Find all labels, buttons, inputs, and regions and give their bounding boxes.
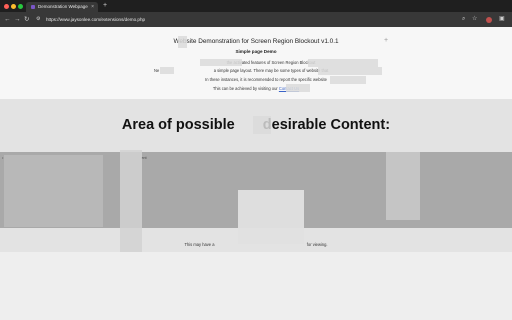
page-title: Website Demonstration for Screen Region … (173, 38, 339, 45)
address-input[interactable]: https://www.jaysonlee.com/extensions/dem… (46, 12, 145, 27)
new-tab-button[interactable]: + (103, 0, 107, 12)
toolbar: ← → ↻ ⚙ https://www.jaysonlee.com/extens… (0, 12, 512, 27)
extension-icon[interactable] (486, 16, 492, 23)
minimize-window-button[interactable] (11, 3, 16, 9)
sidepanel-icon[interactable]: ▣ (499, 12, 505, 27)
blur-region[interactable] (386, 152, 420, 220)
blur-region[interactable] (330, 76, 366, 84)
blur-region[interactable] (120, 150, 142, 252)
blur-region[interactable] (286, 84, 310, 92)
back-icon[interactable]: ← (4, 12, 11, 27)
blur-region[interactable] (178, 36, 187, 48)
close-window-button[interactable] (4, 3, 9, 9)
favicon-icon (31, 4, 35, 9)
page-subtitle: Simple page Demo (235, 49, 277, 54)
blur-region[interactable] (200, 59, 242, 66)
blur-region[interactable] (308, 59, 378, 67)
browser-tab[interactable]: Demonstration Webpage × (26, 2, 98, 12)
plus-icon: + (384, 37, 389, 44)
heading-text-end: desirable Content: (262, 117, 391, 133)
tab-title: Demonstration Webpage (38, 4, 88, 9)
contact-text: This can be achieved by visiting our (212, 86, 278, 91)
note-text-end: for viewing. (306, 242, 328, 247)
blur-region[interactable] (318, 67, 382, 75)
forward-icon[interactable]: → (14, 12, 21, 27)
intro-line-4: This can be achieved by visiting our Con… (0, 86, 512, 91)
site-info-icon[interactable]: ⚙ (36, 12, 40, 27)
blur-region[interactable] (4, 155, 103, 227)
blur-region[interactable] (253, 116, 271, 134)
intro-line-3: In these instances, it is recommended to… (205, 77, 327, 82)
zoom-window-button[interactable] (18, 3, 23, 9)
reload-icon[interactable]: ↻ (24, 12, 29, 27)
content-note: This may have a for viewing. (0, 242, 512, 247)
bookmark-star-icon[interactable]: ☆ (472, 12, 477, 27)
note-text-start: This may have a (184, 242, 215, 247)
blur-region[interactable] (238, 190, 304, 244)
intro-line-2: a simple page layout. There may be some … (213, 68, 329, 73)
close-tab-icon[interactable]: × (91, 2, 94, 12)
search-icon[interactable]: ⌕ (462, 12, 465, 27)
intro-fragment: Ne (154, 68, 160, 73)
heading-text-start: Area of possible (121, 117, 235, 133)
footer-area (0, 252, 512, 320)
blur-region[interactable] (160, 67, 174, 74)
intro-line-1: the activated features of Screen Region … (226, 60, 316, 65)
